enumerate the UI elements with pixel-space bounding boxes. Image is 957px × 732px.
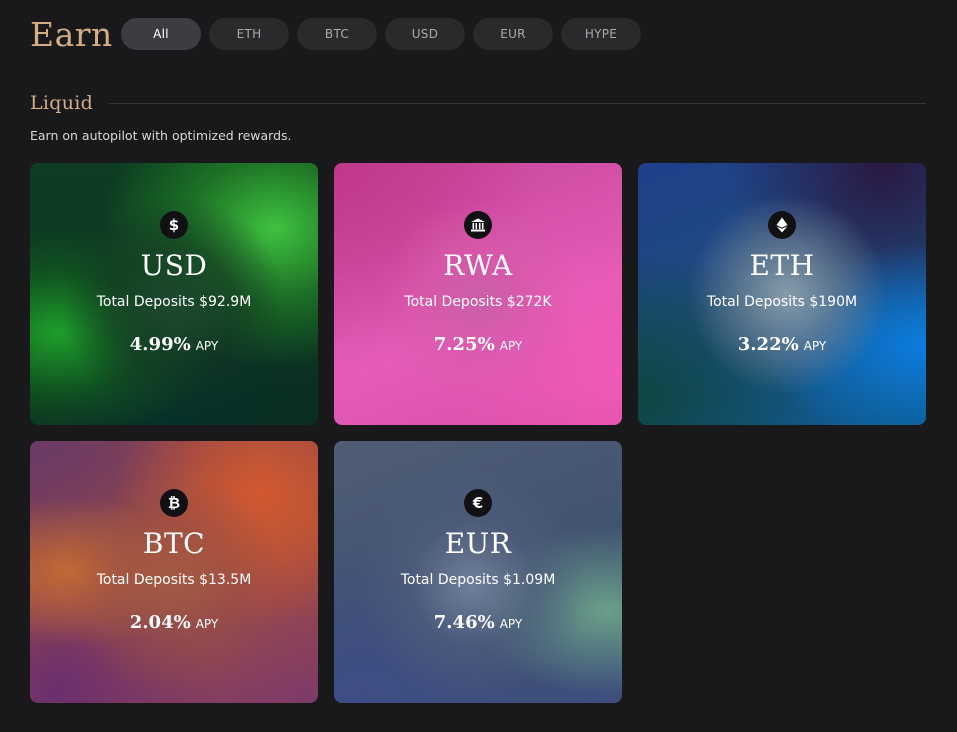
tab-eth[interactable]: ETH [209, 18, 289, 50]
euro-icon: € [464, 489, 492, 517]
vault-name: ETH [749, 249, 815, 282]
apy-row: 7.25% APY [434, 334, 522, 355]
vault-card-eth[interactable]: ETH Total Deposits $190M 3.22% APY [638, 163, 926, 425]
ethereum-icon [768, 211, 796, 239]
header: Earn [30, 14, 120, 54]
apy-value: 7.46% [433, 612, 495, 633]
vault-name: EUR [444, 527, 512, 560]
apy-row: 4.99% APY [130, 334, 218, 355]
tab-hype[interactable]: HYPE [561, 18, 641, 50]
dollar-icon: $ [160, 211, 188, 239]
section-divider [109, 102, 926, 104]
bitcoin-icon: ₿ [160, 489, 188, 517]
section-header: Liquid [30, 92, 926, 114]
total-deposits: Total Deposits $190M [706, 294, 858, 310]
apy-value: 3.22% [737, 334, 799, 355]
total-deposits: Total Deposits $92.9M [96, 294, 252, 310]
apy-label: APY [195, 339, 219, 353]
tab-btc[interactable]: BTC [297, 18, 377, 50]
apy-label: APY [499, 617, 523, 631]
vault-card-eur[interactable]: € EUR Total Deposits $1.09M 7.46% APY [334, 441, 622, 703]
vault-name: USD [140, 249, 208, 282]
apy-label: APY [195, 617, 219, 631]
vault-card-rwa[interactable]: RWA Total Deposits $272K 7.25% APY [334, 163, 622, 425]
vault-card-usd[interactable]: $ USD Total Deposits $92.9M 4.99% APY [30, 163, 318, 425]
apy-label: APY [803, 339, 827, 353]
earn-page: Earn All ETH BTC USD EUR HYPE Liquid Ear… [0, 0, 957, 732]
apy-value: 7.25% [433, 334, 495, 355]
section-title: Liquid [30, 92, 94, 114]
vault-card-btc[interactable]: ₿ BTC Total Deposits $13.5M 2.04% APY [30, 441, 318, 703]
page-title: Earn [30, 14, 113, 54]
apy-value: 2.04% [129, 612, 191, 633]
filter-tabs: All ETH BTC USD EUR HYPE [121, 18, 641, 50]
vault-name: BTC [142, 527, 206, 560]
total-deposits: Total Deposits $272K [404, 294, 552, 310]
tab-all[interactable]: All [121, 18, 201, 50]
apy-row: 7.46% APY [434, 612, 522, 633]
tab-eur[interactable]: EUR [473, 18, 553, 50]
apy-row: 3.22% APY [738, 334, 826, 355]
total-deposits: Total Deposits $13.5M [96, 572, 252, 588]
apy-value: 4.99% [129, 334, 191, 355]
vault-name: RWA [443, 249, 513, 282]
apy-row: 2.04% APY [130, 612, 218, 633]
tab-usd[interactable]: USD [385, 18, 465, 50]
total-deposits: Total Deposits $1.09M [400, 572, 556, 588]
apy-label: APY [499, 339, 523, 353]
section-subtitle: Earn on autopilot with optimized rewards… [30, 128, 292, 143]
bank-icon [464, 211, 492, 239]
